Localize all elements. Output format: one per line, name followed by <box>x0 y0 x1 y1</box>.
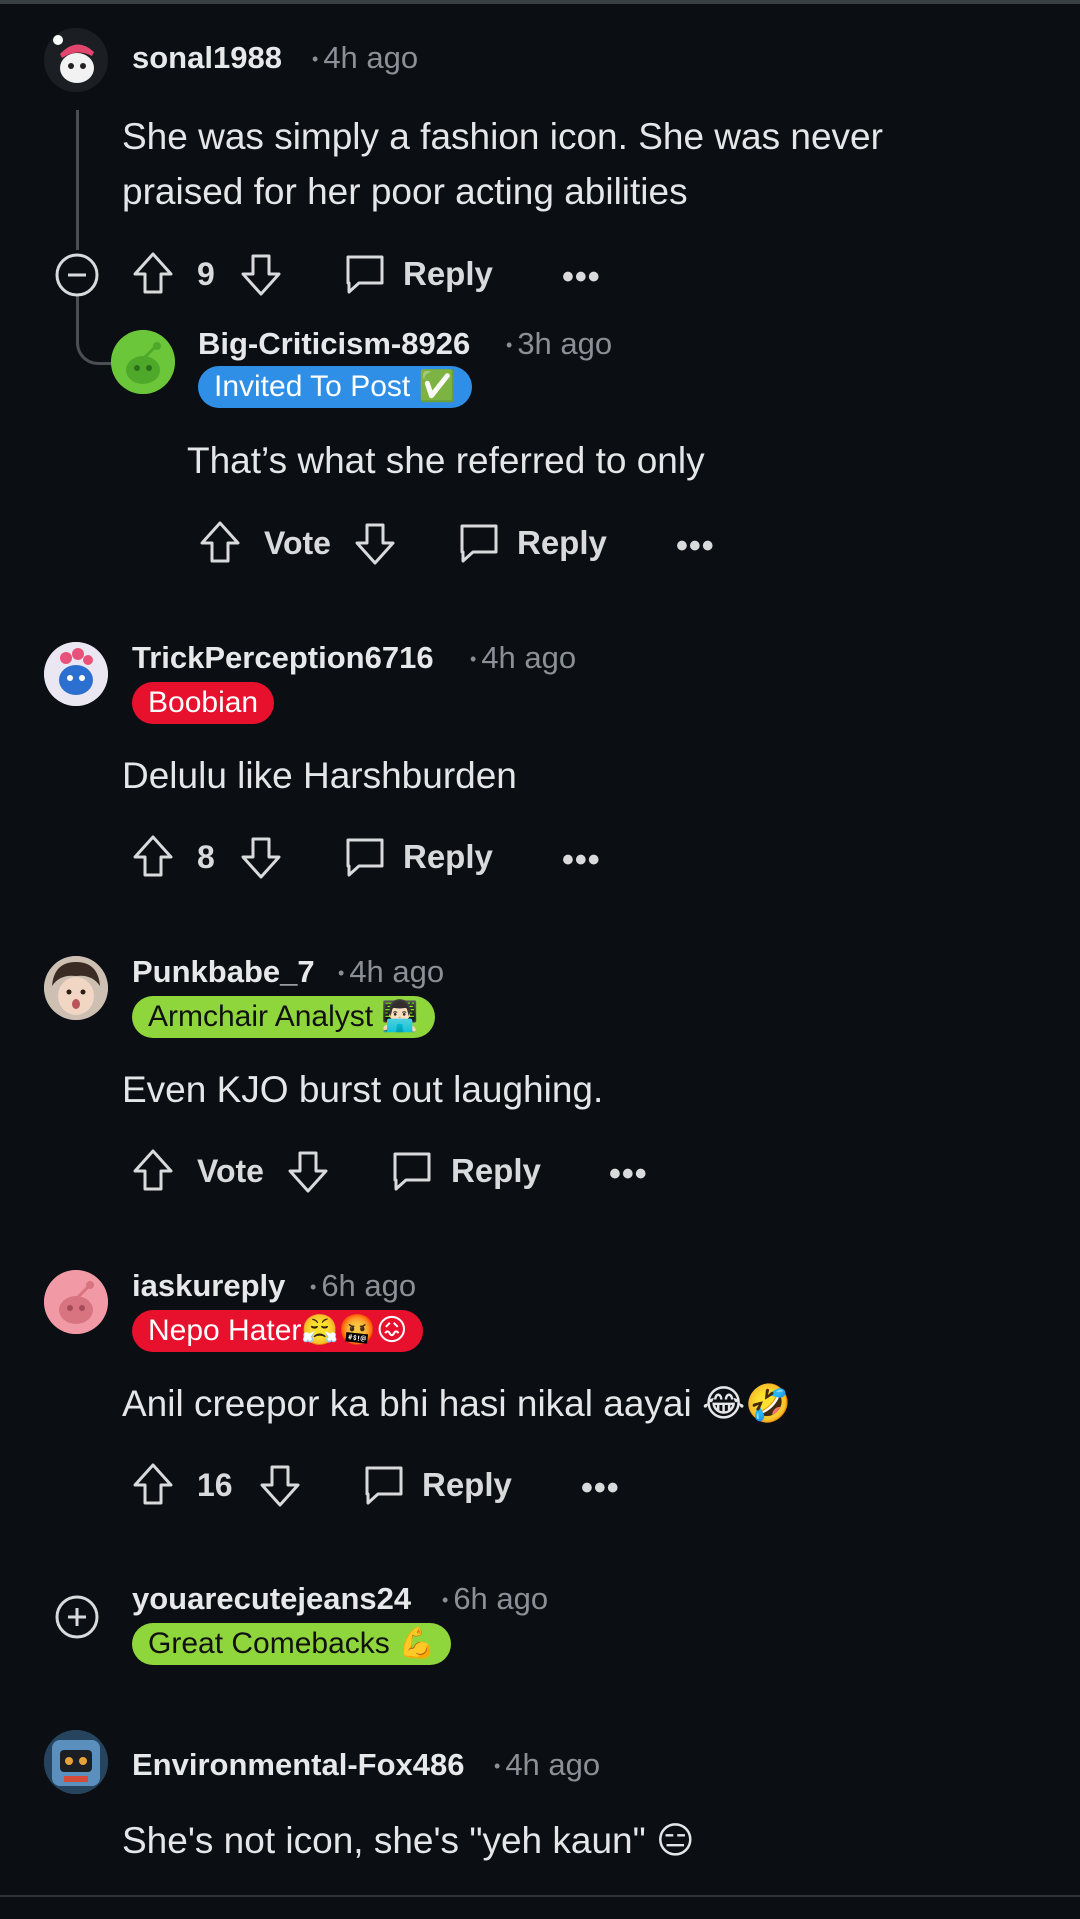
reply-button[interactable]: Reply <box>451 1152 541 1190</box>
username[interactable]: Big-Criticism-8926 <box>198 326 470 362</box>
top-divider <box>0 0 1080 4</box>
comment-body: Anil creepor ka bhi hasi nikal aayai 😂🤣 <box>122 1383 792 1424</box>
avatar[interactable] <box>44 28 108 92</box>
collapse-icon[interactable] <box>54 252 100 298</box>
reply-bubble-icon[interactable] <box>362 1463 406 1507</box>
vote-count: 9 <box>197 256 215 292</box>
reply-bubble-icon[interactable] <box>343 252 387 296</box>
upvote-icon[interactable] <box>131 1461 175 1507</box>
comment-body: She was simply a fashion icon. She was n… <box>122 116 883 212</box>
user-flair: Armchair Analyst 👨🏻‍💻 <box>132 996 435 1038</box>
bottom-divider <box>0 1895 1080 1897</box>
upvote-icon[interactable] <box>131 1147 175 1193</box>
user-flair: Boobian <box>132 682 275 724</box>
timestamp: 4h ago <box>494 1747 600 1783</box>
upvote-icon[interactable] <box>131 833 175 879</box>
comment-body: She's not icon, she's "yeh kaun" 😑 <box>122 1820 695 1861</box>
vote-count: 16 <box>197 1467 233 1503</box>
reply-button[interactable]: Reply <box>403 838 493 876</box>
user-flair: Nepo Hater😤🤬😖 <box>132 1310 424 1352</box>
downvote-icon[interactable] <box>239 252 283 298</box>
timestamp: 3h ago <box>506 326 612 362</box>
timestamp: 6h ago <box>442 1581 548 1617</box>
downvote-icon[interactable] <box>286 1149 330 1195</box>
reply-bubble-icon[interactable] <box>390 1149 434 1193</box>
expand-icon[interactable] <box>54 1594 100 1640</box>
avatar[interactable] <box>44 642 108 706</box>
more-options-button[interactable]: ••• <box>562 258 601 297</box>
comment-body: Even KJO burst out laughing. <box>122 1069 604 1110</box>
timestamp: 4h ago <box>470 640 576 676</box>
username[interactable]: Environmental-Fox486 <box>132 1747 464 1783</box>
downvote-icon[interactable] <box>353 521 397 567</box>
upvote-icon[interactable] <box>131 250 175 296</box>
username[interactable]: sonal1988 <box>132 40 282 76</box>
timestamp: 4h ago <box>338 954 444 990</box>
reply-button[interactable]: Reply <box>517 524 607 562</box>
username[interactable]: iaskureply <box>132 1268 285 1304</box>
comment-body: That’s what she referred to only <box>187 440 705 481</box>
username[interactable]: Punkbabe_7 <box>132 954 315 990</box>
thread-line <box>76 110 79 250</box>
avatar[interactable] <box>44 956 108 1020</box>
vote-label: Vote <box>197 1153 264 1189</box>
username[interactable]: TrickPerception6716 <box>132 640 434 676</box>
more-options-button[interactable]: ••• <box>676 527 715 566</box>
timestamp: 4h ago <box>312 40 418 76</box>
more-options-button[interactable]: ••• <box>609 1155 648 1194</box>
upvote-icon[interactable] <box>198 519 242 565</box>
more-options-button[interactable]: ••• <box>581 1469 620 1508</box>
reply-button[interactable]: Reply <box>403 255 493 293</box>
user-flair: Invited To Post ✅ <box>198 366 472 408</box>
more-options-button[interactable]: ••• <box>562 841 601 880</box>
vote-count: 8 <box>197 839 215 875</box>
comment-body: Delulu like Harshburden <box>122 755 517 796</box>
vote-label: Vote <box>264 525 331 561</box>
reply-bubble-icon[interactable] <box>343 835 387 879</box>
avatar[interactable] <box>111 330 175 394</box>
downvote-icon[interactable] <box>239 835 283 881</box>
user-flair: Great Comebacks 💪 <box>132 1623 452 1665</box>
reply-button[interactable]: Reply <box>422 1466 512 1504</box>
timestamp: 6h ago <box>310 1268 416 1304</box>
username[interactable]: youarecutejeans24 <box>132 1581 411 1617</box>
avatar[interactable] <box>44 1730 108 1794</box>
reply-bubble-icon[interactable] <box>457 521 501 565</box>
avatar[interactable] <box>44 1270 108 1334</box>
downvote-icon[interactable] <box>258 1463 302 1509</box>
